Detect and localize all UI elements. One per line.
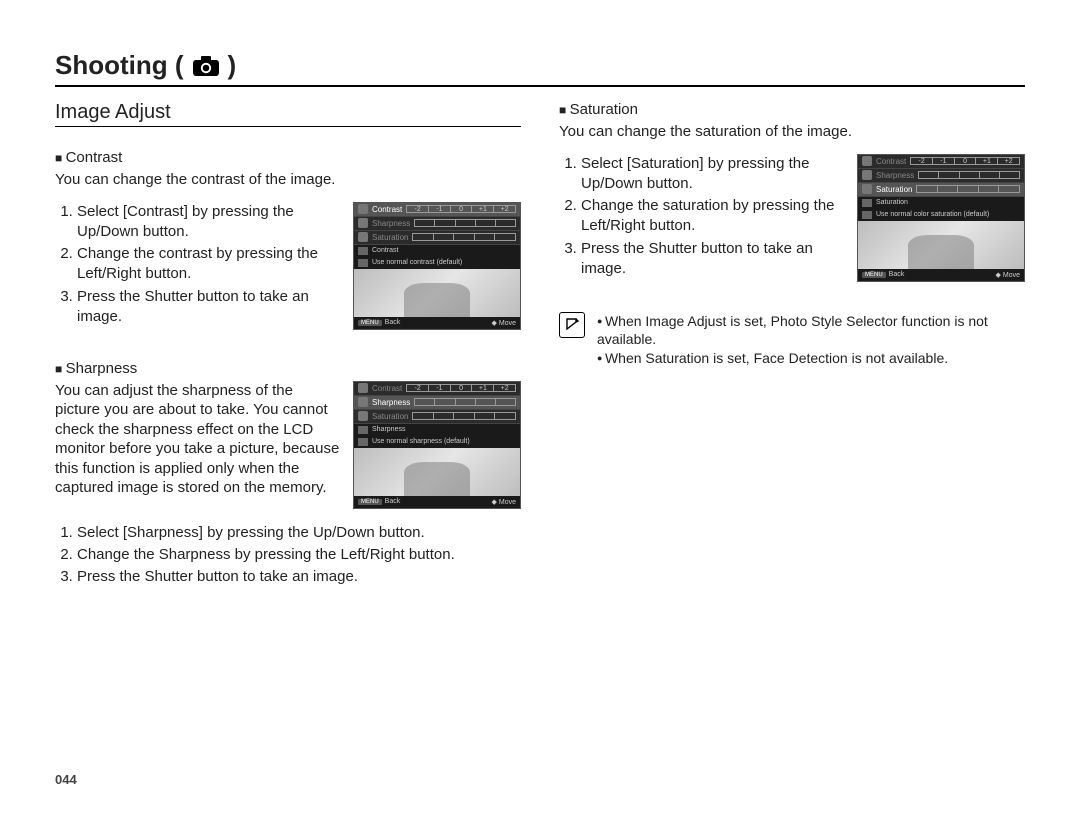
- two-column-layout: Image Adjust Contrast You can change the…: [55, 101, 1025, 617]
- saturation-icon: [358, 232, 368, 242]
- manual-page: Shooting ( ) Image Adjust Contrast You c…: [0, 0, 1080, 815]
- lcd-screenshot-contrast: Contrast-2-10+1+2 Sharpness Saturation C…: [353, 202, 521, 330]
- step-item: Change the saturation by pressing the Le…: [581, 196, 845, 237]
- contrast-icon: [358, 383, 368, 393]
- step-item: Press the Shutter button to take an imag…: [77, 567, 521, 587]
- step-item: Select [Contrast] by pressing the Up/Dow…: [77, 202, 341, 243]
- topic-description: You can adjust the sharpness of the pict…: [55, 381, 341, 498]
- lcd-preview-image: [354, 448, 520, 496]
- lcd-preview-image: [858, 221, 1024, 269]
- step-item: Select [Sharpness] by pressing the Up/Do…: [77, 523, 521, 543]
- hint-icon: [862, 199, 872, 207]
- lcd-screenshot-saturation: Contrast-2-10+1+2 Sharpness Saturation S…: [857, 154, 1025, 282]
- info-icon: [358, 438, 368, 446]
- chapter-title-close: ): [228, 50, 237, 81]
- saturation-icon: [358, 411, 368, 421]
- lcd-screenshot-sharpness: Contrast-2-10+1+2 Sharpness Saturation S…: [353, 381, 521, 509]
- step-item: Change the Sharpness by pressing the Lef…: [77, 545, 521, 565]
- topic-heading: Saturation: [559, 101, 1025, 118]
- note-item: When Saturation is set, Face Detection i…: [597, 349, 1025, 368]
- contrast-icon: [862, 156, 872, 166]
- steps-list: Select [Contrast] by pressing the Up/Dow…: [55, 202, 341, 328]
- chapter-title-text: Shooting (: [55, 50, 184, 81]
- sharpness-icon: [862, 170, 872, 180]
- topic-saturation: Saturation You can change the saturation…: [559, 101, 1025, 282]
- info-icon: [358, 259, 368, 267]
- left-column: Image Adjust Contrast You can change the…: [55, 101, 521, 617]
- contrast-icon: [358, 204, 368, 214]
- topic-heading: Sharpness: [55, 360, 521, 377]
- topic-sharpness: Sharpness You can adjust the sharpness o…: [55, 360, 521, 588]
- page-number: 044: [55, 772, 77, 787]
- topic-description: You can change the saturation of the ima…: [559, 122, 1025, 142]
- camera-icon: [192, 55, 220, 77]
- step-item: Press the Shutter button to take an imag…: [77, 287, 341, 328]
- lcd-preview-image: [354, 269, 520, 317]
- steps-list: Select [Saturation] by pressing the Up/D…: [559, 154, 845, 280]
- info-icon: [862, 211, 872, 219]
- steps-list: Select [Sharpness] by pressing the Up/Do…: [55, 523, 521, 588]
- hint-icon: [358, 247, 368, 255]
- step-item: Change the contrast by pressing the Left…: [77, 244, 341, 285]
- note-list: When Image Adjust is set, Photo Style Se…: [597, 312, 1025, 369]
- saturation-icon: [862, 184, 872, 194]
- note-icon: [559, 312, 585, 338]
- sharpness-icon: [358, 218, 368, 228]
- step-item: Select [Saturation] by pressing the Up/D…: [581, 154, 845, 195]
- step-item: Press the Shutter button to take an imag…: [581, 239, 845, 280]
- section-title: Image Adjust: [55, 101, 521, 127]
- hint-icon: [358, 426, 368, 434]
- note-item: When Image Adjust is set, Photo Style Se…: [597, 312, 1025, 350]
- chapter-heading: Shooting ( ): [55, 50, 1025, 87]
- topic-contrast: Contrast You can change the contrast of …: [55, 149, 521, 330]
- topic-description: You can change the contrast of the image…: [55, 170, 521, 190]
- right-column: Saturation You can change the saturation…: [559, 101, 1025, 617]
- topic-heading: Contrast: [55, 149, 521, 166]
- sharpness-icon: [358, 397, 368, 407]
- note-box: When Image Adjust is set, Photo Style Se…: [559, 312, 1025, 369]
